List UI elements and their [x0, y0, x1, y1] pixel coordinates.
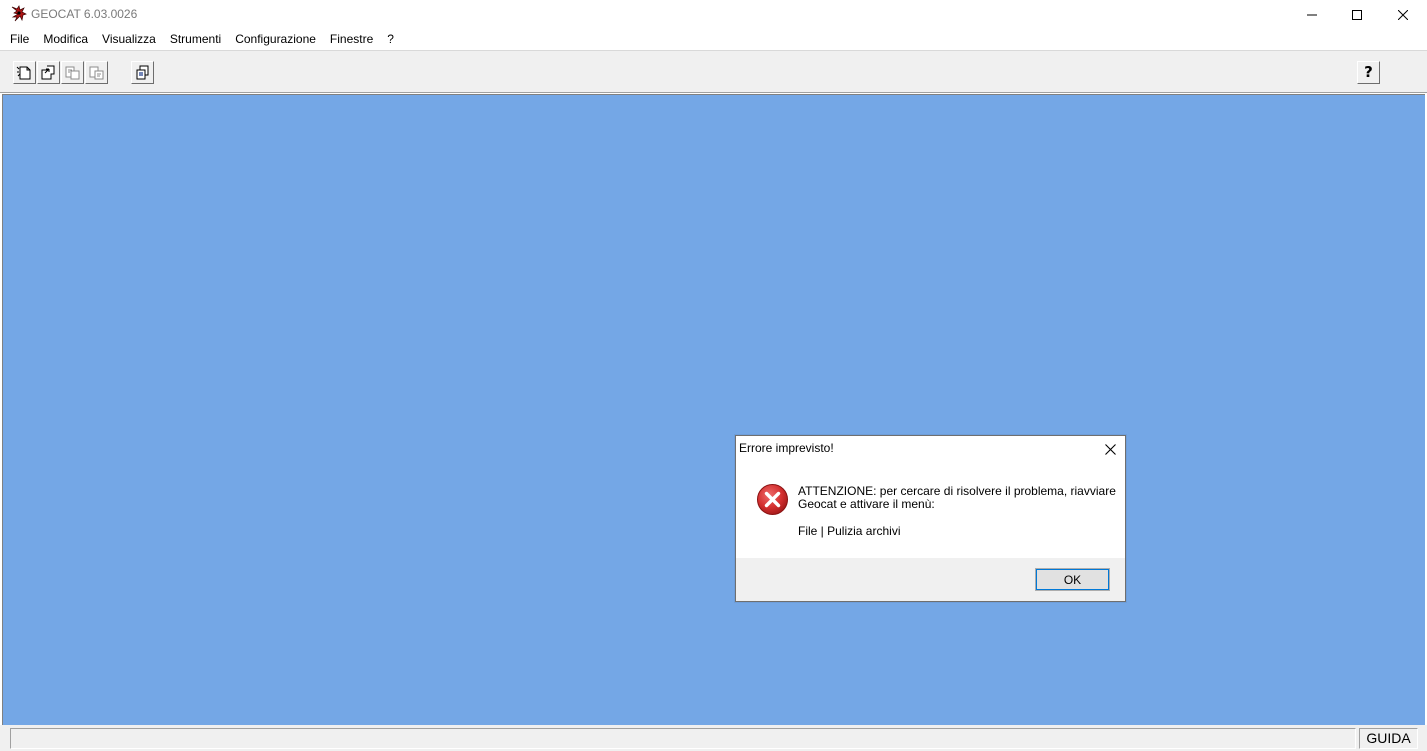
minimize-button[interactable] — [1289, 0, 1335, 29]
error-dialog: Errore imprevisto! ATTENZIONE: per cerca… — [735, 435, 1126, 602]
menu-configurazione[interactable]: Configurazione — [228, 29, 323, 49]
status-guida: GUIDA — [1359, 728, 1418, 749]
import-icon — [89, 66, 104, 80]
dialog-menu-path: File | Pulizia archivi — [798, 524, 901, 538]
title-bar: GEOCAT 6.03.0026 — [0, 0, 1427, 29]
window-title: GEOCAT 6.03.0026 — [31, 7, 138, 21]
dialog-title: Errore imprevisto! — [739, 441, 834, 455]
new-document-icon — [16, 66, 31, 80]
status-text-field — [10, 728, 1356, 749]
menu-finestre[interactable]: Finestre — [323, 29, 380, 49]
open-document-icon — [41, 65, 55, 80]
menu-bar: File Modifica Visualizza Strumenti Confi… — [0, 29, 1427, 49]
copy-icon — [136, 65, 149, 80]
menu-visualizza[interactable]: Visualizza — [95, 29, 163, 49]
new-document-button[interactable] — [13, 61, 36, 84]
maximize-button[interactable] — [1334, 0, 1380, 29]
maximize-icon — [1352, 9, 1362, 20]
help-icon: ? — [1364, 63, 1373, 81]
mdi-workspace — [2, 94, 1425, 725]
dialog-close-button[interactable] — [1096, 438, 1124, 460]
error-icon — [757, 484, 788, 515]
export-button[interactable] — [61, 61, 84, 84]
dialog-message: ATTENZIONE: per cercare di risolvere il … — [798, 484, 1116, 511]
import-button[interactable] — [85, 61, 108, 84]
minimize-icon — [1307, 14, 1317, 15]
geocat-app-icon — [11, 5, 27, 22]
menu-file[interactable]: File — [3, 29, 36, 49]
menu-help[interactable]: ? — [380, 29, 401, 49]
status-bar: GUIDA — [0, 725, 1427, 751]
dialog-footer: OK — [736, 558, 1125, 601]
export-icon — [65, 66, 80, 80]
close-button[interactable] — [1380, 0, 1426, 29]
toolbar: ? — [0, 50, 1427, 93]
close-icon — [1398, 9, 1408, 20]
help-button[interactable]: ? — [1357, 61, 1380, 84]
menu-strumenti[interactable]: Strumenti — [163, 29, 228, 49]
ok-button[interactable]: OK — [1035, 568, 1110, 591]
open-document-button[interactable] — [37, 61, 60, 84]
menu-modifica[interactable]: Modifica — [36, 29, 95, 49]
close-icon — [1104, 443, 1116, 455]
copy-button[interactable] — [131, 61, 154, 84]
